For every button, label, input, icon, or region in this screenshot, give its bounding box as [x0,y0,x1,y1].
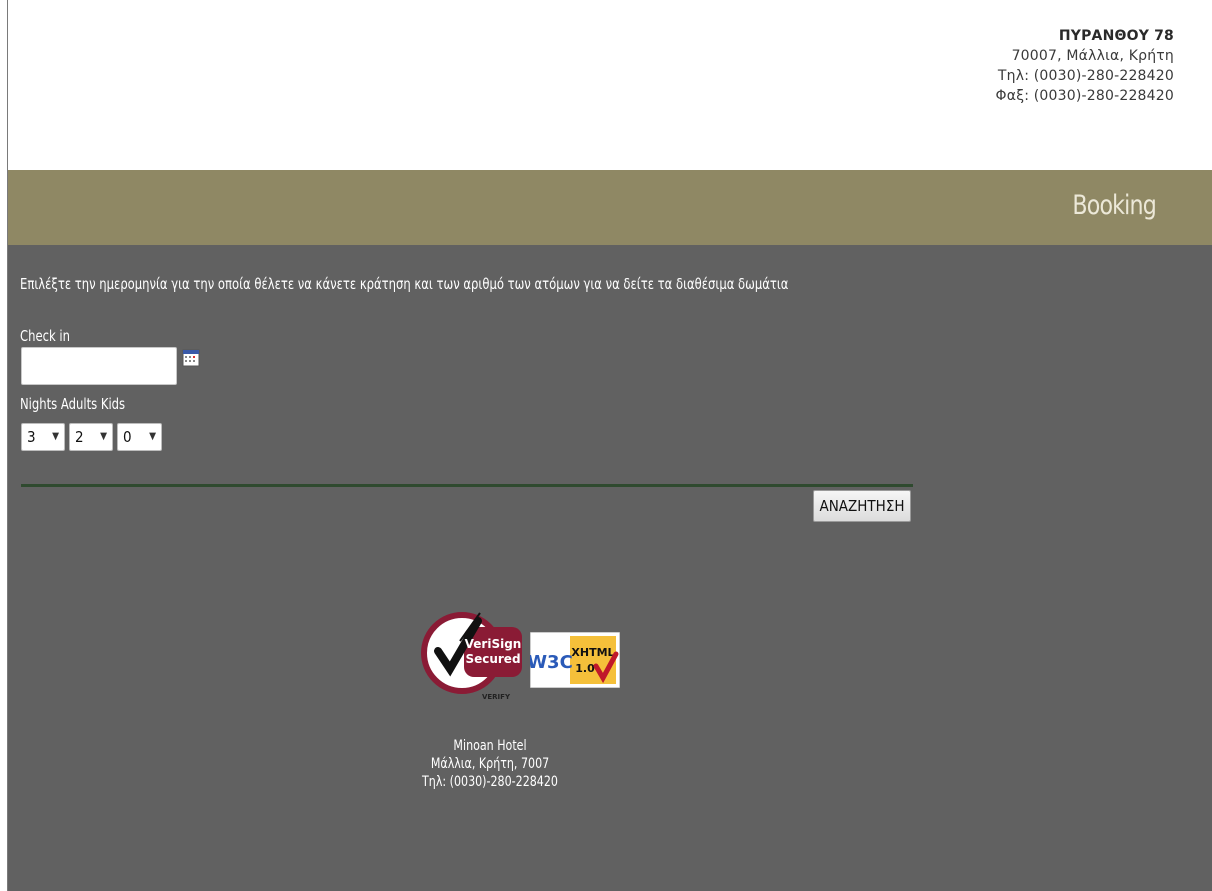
verisign-top-text: VeriSign [465,637,522,651]
nights-value: 3 [27,428,36,446]
page-header: ΠΥΡΑΝΘΟΥ 78 70007, Μάλλια, Κρήτη Τηλ: (0… [8,0,1212,170]
kids-select[interactable]: 0 ▼ [117,423,162,451]
guests-labels: Nights Adults Kids [20,395,126,413]
footer-hotel-name: Minoan Hotel [453,738,527,754]
kids-value: 0 [123,428,132,446]
page-title: Booking [1072,190,1156,221]
address-street: ΠΥΡΑΝΘΟΥ 78 [1058,28,1174,44]
verisign-bottom-text: Secured [465,652,520,666]
booking-instructions: Επιλέξτε την ημερομηνία για την οποία θέ… [20,275,789,293]
w3c-xhtml-badge[interactable]: W3C XHTML 1.0 [530,632,620,688]
chevron-down-icon: ▼ [149,431,156,442]
chevron-down-icon: ▼ [52,431,59,442]
booking-panel: Επιλέξτε την ημερομηνία για την οποία θέ… [8,245,1212,891]
adults-value: 2 [75,428,84,446]
w3c-text: W3C [530,652,573,673]
checkin-label: Check in [20,327,70,345]
verisign-verify-text: VERIFY [482,693,511,701]
chevron-down-icon: ▼ [100,431,107,442]
title-band: Booking [8,170,1212,245]
address-fax: Φαξ: (0030)-280-228420 [995,88,1174,104]
footer-location: Μάλλια, Κρήτη, 7007 [430,756,550,772]
address-city: 70007, Μάλλια, Κρήτη [1011,48,1174,64]
calendar-icon[interactable] [182,349,200,367]
search-button[interactable]: ΑΝΑΖΗΤΗΣΗ [813,490,911,522]
adults-select[interactable]: 2 ▼ [69,423,113,451]
checkin-date-input[interactable] [21,347,177,385]
contact-address: ΠΥΡΑΝΘΟΥ 78 70007, Μάλλια, Κρήτη Τηλ: (0… [996,26,1174,106]
footer-phone: Τηλ: (0030)-280-228420 [422,774,558,790]
verisign-secured-badge[interactable]: VeriSign Secured VERIFY [420,607,532,705]
form-divider [21,484,913,487]
address-phone: Τηλ: (0030)-280-228420 [997,68,1174,84]
site-footer: Minoan Hotel Μάλλια, Κρήτη, 7007 Τηλ: (0… [360,737,620,791]
nights-select[interactable]: 3 ▼ [21,423,65,451]
xhtml-text: XHTML [571,646,614,659]
xhtml-version: 1.0 [575,662,595,675]
